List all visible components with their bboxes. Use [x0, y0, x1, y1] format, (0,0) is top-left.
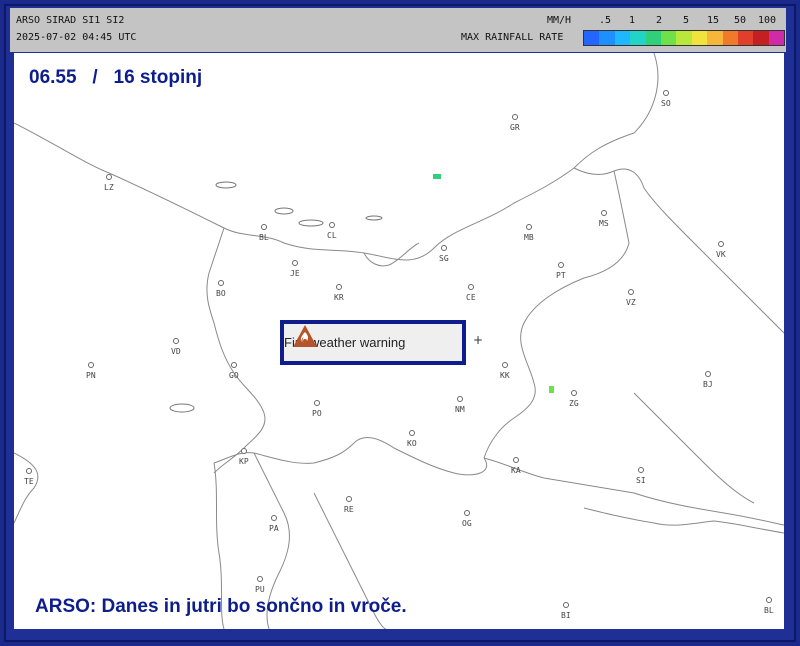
station-label: ARSO SIRAD SI1 SI2	[16, 15, 125, 26]
scale-swatch	[599, 31, 615, 45]
scale-swatch	[753, 31, 769, 45]
scale-swatch	[722, 31, 738, 45]
scale-swatch	[660, 31, 677, 45]
city-marker: BL	[764, 597, 774, 615]
scale-value: 100	[757, 15, 777, 26]
city-marker: MS	[599, 210, 609, 228]
fire-weather-warning[interactable]: Fire weather warning	[280, 320, 466, 365]
scale-swatch	[676, 31, 692, 45]
fire-icon	[293, 325, 317, 347]
scale-swatch	[691, 31, 708, 45]
city-marker: KA	[511, 457, 521, 475]
scale-value: 1	[628, 15, 636, 26]
city-marker: SG	[439, 245, 449, 263]
scale-swatch	[707, 31, 723, 45]
city-marker: BL	[259, 224, 269, 242]
city-marker: TE	[24, 468, 34, 486]
scale-value: 15	[706, 15, 720, 26]
city-marker: OG	[462, 510, 472, 528]
scale-value: .5	[598, 15, 612, 26]
city-marker: GR	[510, 114, 520, 132]
city-marker: SI	[636, 467, 646, 485]
scale-swatch	[645, 31, 661, 45]
scale-swatch	[737, 31, 754, 45]
city-marker: KP	[239, 448, 249, 466]
city-marker: VZ	[626, 289, 636, 307]
scale-labels: .5 1 2 5 15 50 100	[593, 15, 783, 27]
city-marker: CL	[327, 222, 337, 240]
unit-label: MM/H	[547, 15, 572, 26]
scale-value: 2	[655, 15, 663, 26]
city-marker: KR	[334, 284, 344, 302]
city-marker: BJ	[703, 371, 713, 389]
city-marker: GO	[229, 362, 239, 380]
city-marker: PT	[556, 262, 566, 280]
city-marker: PA	[269, 515, 279, 533]
city-marker: JE	[290, 260, 300, 278]
city-marker: NM	[455, 396, 465, 414]
city-marker: RE	[344, 496, 354, 514]
city-marker: BI	[561, 602, 571, 620]
radar-map[interactable]: 06.55 / 16 stopinj SO GR LZ BL CL MS VK …	[14, 53, 784, 629]
time-temperature-title: 06.55 / 16 stopinj	[29, 67, 203, 88]
city-marker: VD	[171, 338, 181, 356]
city-marker: BO	[216, 280, 226, 298]
plus-icon: +	[473, 333, 484, 347]
forecast-caption: ARSO: Danes in jutri bo sončno in vroče.	[35, 596, 407, 617]
city-marker: MB	[524, 224, 534, 242]
city-marker: SO	[661, 90, 671, 108]
city-marker: PU	[255, 576, 265, 594]
city-marker: VK	[716, 241, 726, 259]
scale-swatch	[630, 31, 646, 45]
scale-value: 50	[733, 15, 747, 26]
city-marker: PN	[86, 362, 96, 380]
timestamp-label: 2025-07-02 04:45 UTC	[16, 32, 137, 43]
rain-echo	[433, 174, 441, 179]
rate-label: MAX RAINFALL RATE	[461, 32, 564, 43]
radar-header: ARSO SIRAD SI1 SI2 2025-07-02 04:45 UTC …	[10, 8, 786, 52]
city-marker: ZG	[569, 390, 579, 408]
city-marker: LZ	[104, 174, 114, 192]
city-marker: KO	[407, 430, 417, 448]
rainfall-color-scale	[583, 30, 785, 46]
scale-swatch	[614, 31, 631, 45]
city-marker: CE	[466, 284, 476, 302]
scale-swatch	[584, 31, 600, 45]
scale-value: 5	[682, 15, 690, 26]
city-marker: PO	[312, 400, 322, 418]
scale-swatch	[768, 31, 785, 45]
city-marker: KK	[500, 362, 510, 380]
rain-echo	[549, 386, 554, 393]
